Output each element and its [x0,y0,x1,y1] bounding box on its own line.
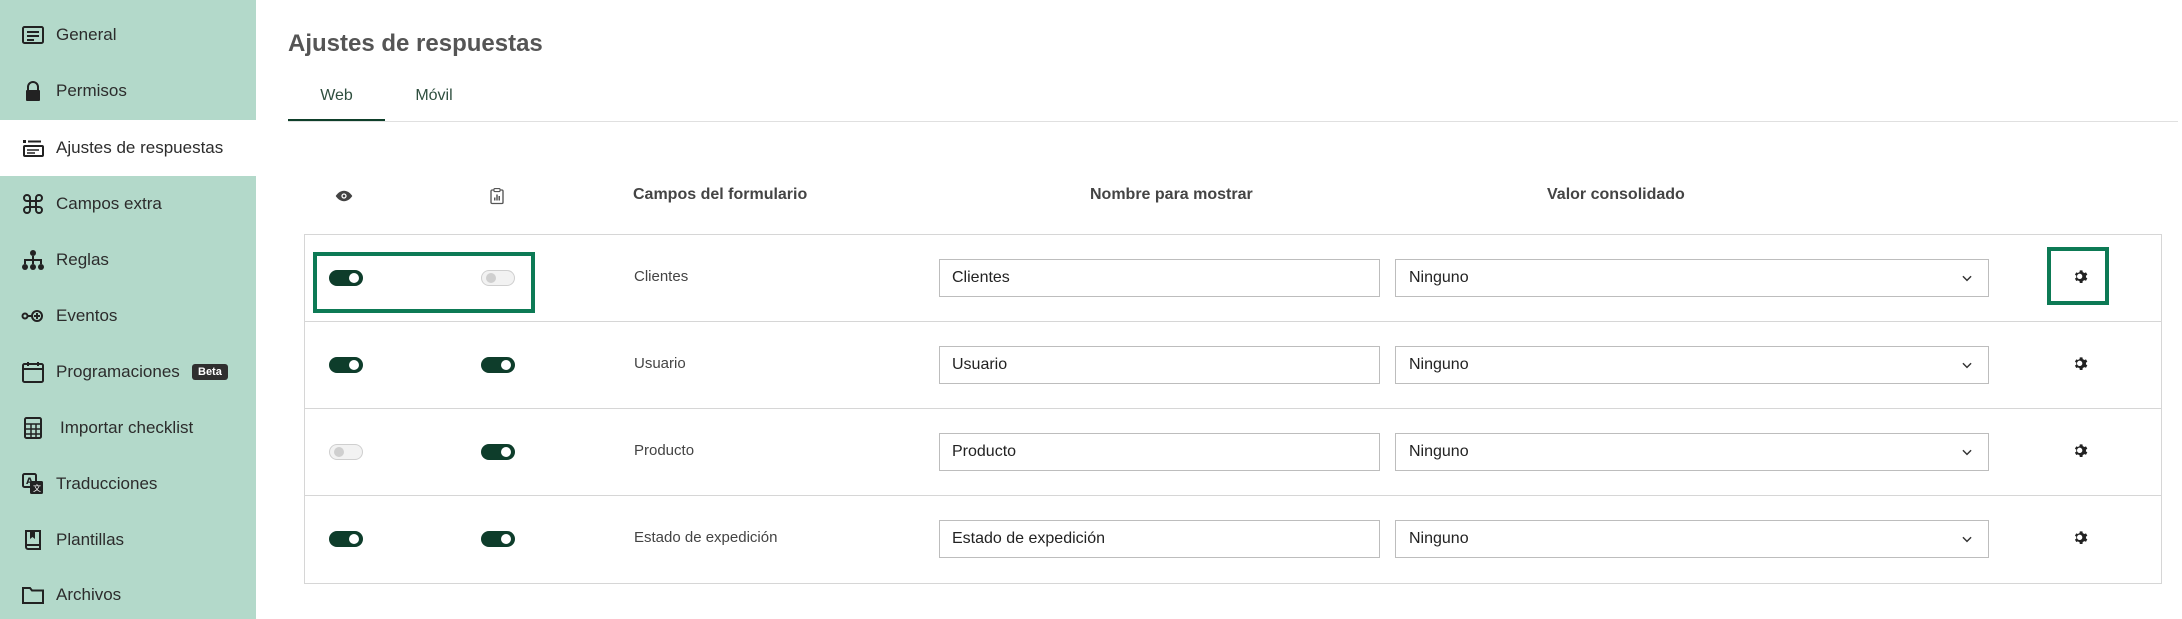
sidebar-item-label: Programaciones [56,362,180,381]
toggles-highlight [313,252,535,313]
header-form-fields: Campos del formulario [633,186,808,203]
lock-icon [20,78,46,104]
settings-list-icon [20,135,46,161]
display-name-input[interactable] [939,346,1380,384]
consolidated-select[interactable]: Ninguno [1395,520,1989,558]
table-row: Estado de expedición Ninguno [305,496,2161,583]
consolidated-select[interactable]: Ninguno [1395,259,1989,297]
sidebar-item-plantillas[interactable]: Plantillas [0,512,256,568]
consolidated-select[interactable]: Ninguno [1395,433,1989,471]
report-toggle[interactable] [481,357,515,373]
visible-toggle[interactable] [329,531,363,547]
display-name-input[interactable] [939,259,1380,297]
sidebar-item-general[interactable]: General [0,7,256,63]
tab-divider [288,121,2178,122]
field-name: Producto [634,442,695,459]
sidebar-item-reglas[interactable]: Reglas [0,232,256,288]
header-display-name: Nombre para mostrar [1090,186,1253,203]
fields-table: Clientes Ninguno Usuario Ninguno Product… [304,234,2162,584]
sidebar-item-label: Campos extra [56,194,162,213]
report-toggle[interactable] [481,444,515,460]
sidebar-item-label: Traducciones [56,474,158,493]
chevron-down-icon [1960,445,1974,459]
clipboard-chart-icon [488,186,508,206]
visible-toggle[interactable] [329,357,363,373]
gear-icon[interactable] [2073,530,2091,548]
beta-badge: Beta [192,364,228,380]
field-name: Clientes [634,268,689,285]
table-row: Producto Ninguno [305,409,2161,496]
select-value: Ninguno [1409,356,1469,373]
sidebar-item-label: Archivos [56,585,122,604]
eye-icon [335,187,355,207]
translate-icon: A文 [20,471,46,497]
sidebar-item-label: General [56,25,117,44]
display-name-input[interactable] [939,433,1380,471]
report-toggle[interactable] [481,531,515,547]
sidebar-item-campos-extra[interactable]: Campos extra [0,176,256,232]
sidebar-item-traducciones[interactable]: A文 Traducciones [0,456,256,512]
sidebar-item-importar-checklist[interactable]: Importar checklist [0,400,256,456]
tab-web[interactable]: Web [288,80,385,122]
hierarchy-icon [20,247,46,273]
command-icon [20,191,46,217]
field-name: Usuario [634,355,686,372]
field-name: Estado de expedición [634,529,778,546]
table-row: Usuario Ninguno [305,322,2161,409]
list-icon [20,22,46,48]
visible-toggle[interactable] [329,444,363,460]
sidebar: General Permisos Ajustes de respuestas C… [0,0,256,619]
display-name-input[interactable] [939,520,1380,558]
sidebar-item-ajustes-de-respuestas[interactable]: Ajustes de respuestas [0,120,256,176]
gear-icon[interactable] [2073,356,2091,374]
event-icon [20,303,46,329]
sidebar-item-label: Permisos [56,81,127,100]
page-title: Ajustes de respuestas [288,30,543,57]
sidebar-item-label: Ajustes de respuestas [56,138,224,157]
sidebar-item-programaciones[interactable]: Programaciones Beta [0,344,256,400]
chevron-down-icon [1960,271,1974,285]
sidebar-item-eventos[interactable]: Eventos [0,288,256,344]
gear-highlight [2047,247,2109,305]
chevron-down-icon [1960,532,1974,546]
gear-icon[interactable] [2073,443,2091,461]
tab-movil[interactable]: Móvil [392,80,476,122]
svg-text:文: 文 [33,483,41,493]
sidebar-item-label: Plantillas [56,530,125,549]
sidebar-item-label: Importar checklist [60,418,194,437]
select-value: Ninguno [1409,530,1469,547]
consolidated-select[interactable]: Ninguno [1395,346,1989,384]
table-row: Clientes Ninguno [305,235,2161,322]
sidebar-item-archivos[interactable]: Archivos [0,567,256,619]
book-icon [20,527,46,553]
header-consolidated-value: Valor consolidado [1547,186,1685,203]
select-value: Ninguno [1409,443,1469,460]
sidebar-item-label: Reglas [56,250,109,269]
spreadsheet-icon [20,415,46,441]
calendar-icon [20,359,46,385]
sidebar-item-permisos[interactable]: Permisos [0,63,256,119]
sidebar-item-label: Eventos [56,306,118,325]
select-value: Ninguno [1409,269,1469,286]
folder-icon [20,582,46,608]
chevron-down-icon [1960,358,1974,372]
